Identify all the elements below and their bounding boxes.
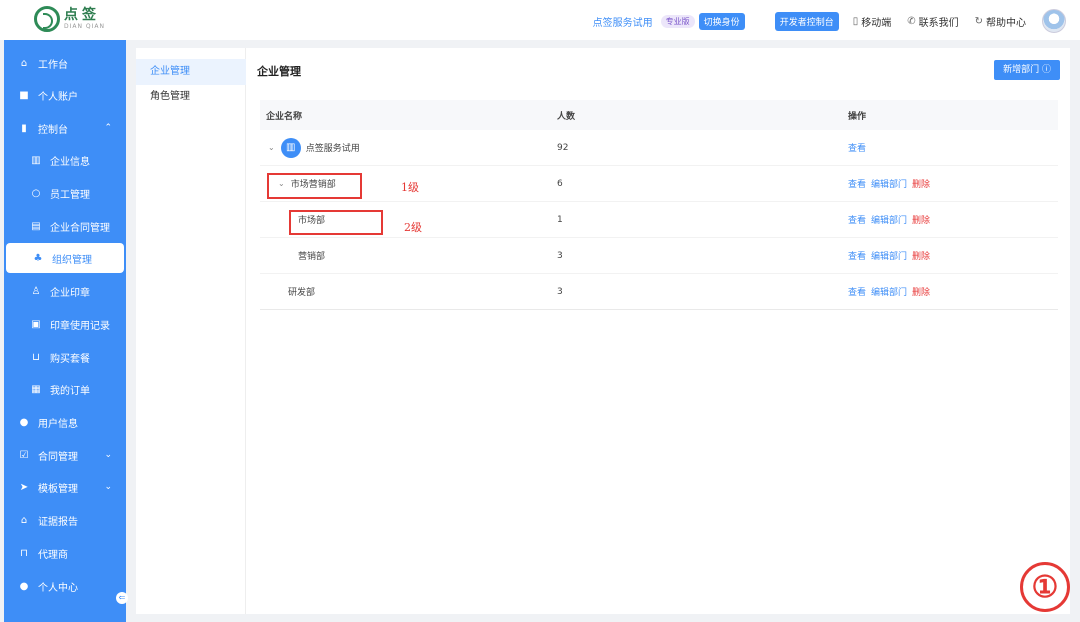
row-count: 6 — [557, 178, 563, 189]
contract-icon: ▤ — [31, 220, 41, 232]
top-actions: 点签服务试用 专业版 切换身份 开发者控制台 ▯ 移动端 ✆ 联系我们 ↻ 帮助… — [593, 9, 1080, 33]
step-number-badge: ① — [1020, 562, 1070, 612]
check-icon: ☑ — [19, 449, 29, 461]
user-icon: ○ — [31, 187, 41, 199]
top-bar: 点签 DIAN QIAN 点签服务试用 专业版 切换身份 开发者控制台 ▯ 移动… — [0, 0, 1080, 40]
sidebar-item-evidence[interactable]: ⌂ 证据报告 — [4, 505, 126, 535]
table-row: 营销部 3 查看 编辑部门 删除 — [260, 238, 1058, 274]
sidebar-item-organization[interactable]: ♣ 组织管理 — [6, 243, 124, 273]
level2-label: 2级 — [404, 221, 422, 234]
sidebar-item-contract-manage[interactable]: ☑ 合同管理 ⌄ — [4, 440, 126, 470]
sidebar-item-personal-center[interactable]: ● 个人中心 — [4, 571, 126, 601]
document-icon: ■ — [19, 89, 29, 101]
contact-link[interactable]: ✆ 联系我们 — [907, 14, 958, 29]
highlight-level2-box — [289, 210, 383, 235]
highlight-level1-box — [267, 173, 362, 199]
page-title: 企业管理 — [257, 65, 301, 78]
header-count: 人数 — [557, 111, 576, 122]
sidebar-item-contracts[interactable]: ▤ 企业合同管理 — [4, 211, 126, 241]
logo-icon — [34, 6, 60, 32]
sidebar-item-workbench[interactable]: ⌂ 工作台 — [4, 48, 126, 78]
delete-link[interactable]: 删除 — [912, 213, 930, 226]
sidebar-item-personal-account[interactable]: ■ 个人账户 — [4, 80, 126, 110]
send-icon: ➤ — [19, 481, 29, 493]
chart-icon: ▮ — [21, 122, 27, 134]
view-link[interactable]: 查看 — [848, 141, 866, 154]
cart-icon: ⊔ — [32, 351, 40, 363]
call-icon: ✆ — [907, 15, 916, 27]
sidebar-item-buy-plan[interactable]: ⊔ 购买套餐 — [4, 342, 126, 372]
view-link[interactable]: 查看 — [848, 213, 866, 226]
switch-identity-button[interactable]: 切换身份 — [698, 12, 745, 30]
phone-icon: ▯ — [852, 15, 859, 27]
row-count: 3 — [557, 250, 563, 261]
chevron-down-icon[interactable]: ⌄ — [268, 143, 275, 152]
edit-department-link[interactable]: 编辑部门 — [871, 285, 907, 298]
table-header: 企业名称 人数 操作 — [260, 100, 1058, 130]
order-icon: ▦ — [31, 383, 41, 395]
chevron-up-icon: ⌃ — [104, 123, 112, 133]
record-icon: ▣ — [31, 318, 41, 330]
table-row: ⌄ ▥ 点签服务试用 92 查看 — [260, 130, 1058, 166]
edition-badge: 专业版 — [660, 14, 695, 28]
refresh-icon: ↻ — [974, 15, 983, 27]
chevron-down-icon: ⌄ — [104, 450, 112, 460]
view-link[interactable]: 查看 — [848, 249, 866, 262]
mobile-link[interactable]: ▯ 移动端 — [853, 14, 892, 29]
person-icon: ● — [19, 416, 29, 428]
delete-link[interactable]: 删除 — [912, 249, 930, 262]
sidebar-item-seals[interactable]: ♙ 企业印章 — [4, 276, 126, 306]
help-center-link[interactable]: ↻ 帮助中心 — [975, 14, 1026, 29]
sidebar: ⌂ 工作台 ■ 个人账户 ▮ 控制台 ⌃ ▥ 企业信息 ○ 员工管理 ▤ 企业合… — [4, 40, 126, 622]
header-name: 企业名称 — [266, 111, 303, 122]
view-link[interactable]: 查看 — [848, 177, 866, 190]
sidebar-item-agents[interactable]: ⊓ 代理商 — [4, 538, 126, 568]
developer-console-button[interactable]: 开发者控制台 — [774, 11, 839, 31]
home-icon: ⌂ — [20, 57, 28, 69]
sidebar-item-seal-records[interactable]: ▣ 印章使用记录 — [4, 309, 126, 339]
brand-logo[interactable]: 点签 DIAN QIAN — [34, 6, 105, 32]
org-table: 企业名称 人数 操作 ⌄ ▥ 点签服务试用 92 查看 ⌄ 市场营销部 6 查看 — [260, 100, 1058, 310]
avatar[interactable] — [1042, 9, 1066, 33]
collapse-sidebar-icon[interactable]: ⇐ — [116, 592, 128, 604]
agent-icon: ⊓ — [20, 547, 28, 559]
table-row: ⌄ 市场营销部 6 查看 编辑部门 删除 — [260, 166, 1058, 202]
add-department-button[interactable]: 新增部门 ⓘ — [994, 60, 1060, 80]
header-ops: 操作 — [848, 111, 867, 122]
sidebar-item-company-info[interactable]: ▥ 企业信息 — [4, 145, 126, 175]
account-icon: ● — [19, 580, 29, 592]
subnav-role-manage[interactable]: 角色管理 — [136, 84, 246, 110]
brand-name-en: DIAN QIAN — [64, 23, 105, 30]
view-link[interactable]: 查看 — [848, 285, 866, 298]
company-icon: ▥ — [280, 137, 301, 158]
evidence-icon: ⌂ — [20, 514, 28, 526]
row-count: 3 — [557, 286, 563, 297]
row-count: 1 — [557, 214, 563, 225]
subnav-company-manage[interactable]: 企业管理 — [136, 59, 246, 85]
building-icon: ▥ — [31, 154, 41, 166]
edit-department-link[interactable]: 编辑部门 — [871, 213, 907, 226]
edit-department-link[interactable]: 编辑部门 — [871, 177, 907, 190]
sub-navigation: 企业管理 角色管理 — [136, 48, 246, 614]
seal-icon: ♙ — [31, 285, 41, 297]
row-name: 研发部 — [288, 288, 316, 298]
row-name: 点签服务试用 — [305, 144, 360, 154]
org-icon: ♣ — [33, 252, 43, 264]
delete-link[interactable]: 删除 — [912, 285, 930, 298]
sidebar-item-employees[interactable]: ○ 员工管理 — [4, 178, 126, 208]
edit-department-link[interactable]: 编辑部门 — [871, 249, 907, 262]
service-name[interactable]: 点签服务试用 — [593, 14, 653, 29]
chevron-down-icon: ⌄ — [104, 482, 112, 492]
level1-label: 1级 — [401, 181, 419, 194]
sidebar-item-user-info[interactable]: ● 用户信息 — [4, 407, 126, 437]
sidebar-item-console[interactable]: ▮ 控制台 ⌃ — [4, 113, 126, 143]
delete-link[interactable]: 删除 — [912, 177, 930, 190]
table-row: 研发部 3 查看 编辑部门 删除 — [260, 274, 1058, 310]
main-panel: 企业管理 角色管理 企业管理 新增部门 ⓘ 企业名称 人数 操作 ⌄ ▥ 点签服… — [136, 48, 1070, 614]
sidebar-item-orders[interactable]: ▦ 我的订单 — [4, 374, 126, 404]
brand-name: 点签 — [64, 7, 100, 23]
row-name: 营销部 — [298, 252, 326, 262]
row-count: 92 — [557, 142, 569, 153]
sidebar-item-templates[interactable]: ➤ 模板管理 ⌄ — [4, 472, 126, 502]
